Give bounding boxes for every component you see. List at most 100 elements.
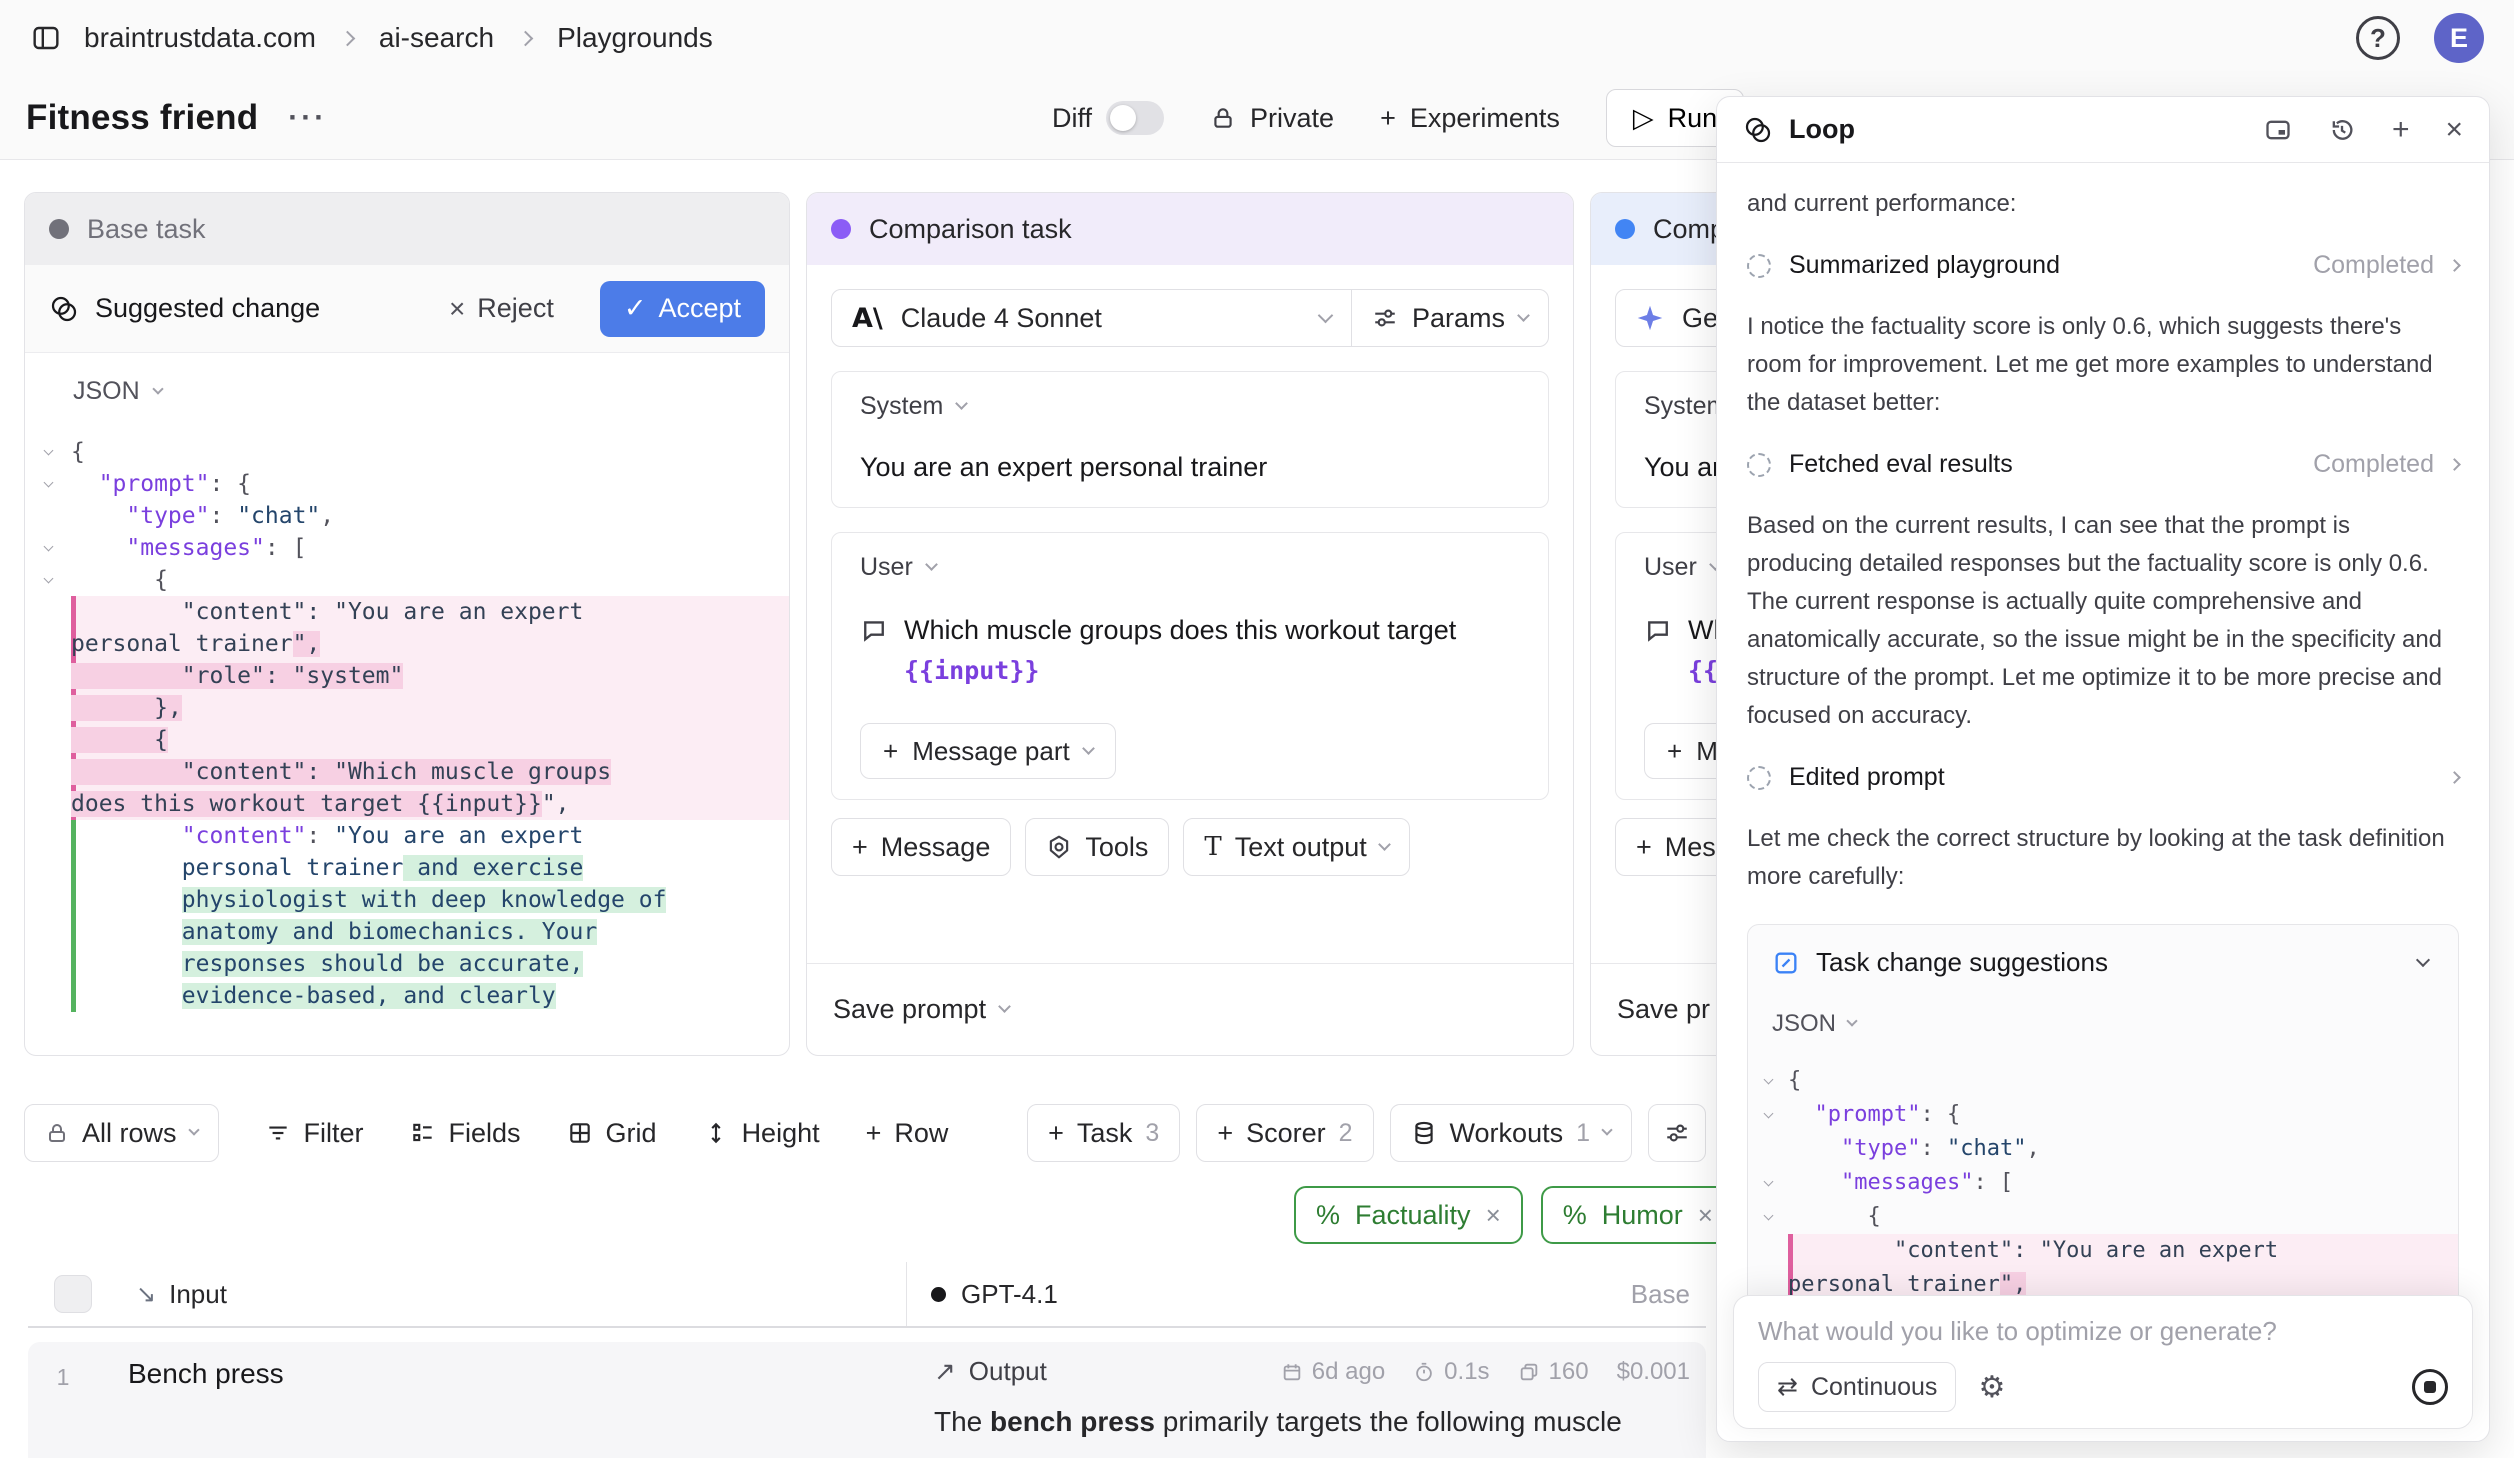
height-icon [703, 1120, 729, 1146]
loop-input-field[interactable] [1758, 1316, 2448, 1347]
collapse-chevron-icon[interactable] [25, 564, 71, 596]
fields-button[interactable]: Fields [410, 1118, 521, 1149]
loop-text: Based on the current results, I can see … [1747, 507, 2459, 735]
code-line: evidence-based, and clearly [25, 980, 789, 1012]
model-select[interactable]: A\ Claude 4 Sonnet [832, 290, 1351, 346]
save-prompt-button[interactable]: Save prompt [807, 963, 1573, 1055]
comparison-task-2-title: Comp [1653, 214, 1725, 245]
collapse-chevron-icon[interactable] [1748, 1098, 1788, 1132]
close-icon[interactable]: × [1698, 1200, 1713, 1231]
plus-icon: + [852, 832, 868, 863]
json-editor[interactable]: JSON { "prompt": { "type": "chat", "mess… [25, 353, 789, 1055]
language-selector[interactable]: JSON [1748, 978, 2458, 1064]
template-variable: {{input}} [904, 656, 1039, 685]
gutter [25, 948, 71, 980]
text-output-button[interactable]: T Text output [1183, 818, 1409, 876]
chevron-down-icon[interactable] [2416, 952, 2430, 966]
toggle-switch[interactable] [1106, 101, 1164, 135]
system-message-text[interactable]: You are an expert personal trainer [860, 447, 1520, 487]
gutter [25, 596, 71, 628]
table-row[interactable]: 1 Bench press ↗ Output 6d ago 0.1s [28, 1342, 1706, 1458]
row-height-button[interactable]: Height [703, 1118, 820, 1149]
plus-icon: + [1667, 736, 1682, 767]
output-meta: 6d ago 0.1s 160 $0.001 [1281, 1358, 1690, 1386]
loop-input-card[interactable]: ⇄ Continuous ⚙ [1733, 1295, 2473, 1429]
all-rows-filter[interactable]: All rows [24, 1104, 219, 1162]
more-menu-icon[interactable]: ··· [288, 113, 327, 123]
factuality-badge[interactable]: % Factuality × [1294, 1186, 1523, 1244]
help-icon[interactable]: ? [2356, 16, 2400, 60]
stop-button[interactable] [2412, 1369, 2448, 1405]
add-scorer-button[interactable]: + Scorer 2 [1196, 1104, 1373, 1162]
diff-toggle[interactable]: Diff [1052, 101, 1164, 135]
continuous-mode-button[interactable]: ⇄ Continuous [1758, 1362, 1956, 1412]
model-column-header[interactable]: GPT-4.1 Base [907, 1279, 1706, 1310]
user-message-text[interactable]: Which muscle groups does this workout ta… [860, 610, 1520, 691]
loop-conversation[interactable]: and current performance: Summarized play… [1717, 163, 2489, 1364]
chevron-down-icon [925, 558, 938, 571]
system-message-card[interactable]: System You are an expert personal traine… [831, 371, 1549, 508]
chevron-down-icon [1517, 309, 1530, 322]
params-button[interactable]: Params [1351, 290, 1548, 346]
loop-logo-icon [49, 294, 79, 324]
loop-step[interactable]: Edited prompt [1747, 763, 2459, 792]
code-line: "prompt": { [1748, 1098, 2458, 1132]
collapse-chevron-icon[interactable] [1748, 1064, 1788, 1098]
humor-badge[interactable]: % Humor × [1541, 1186, 1735, 1244]
add-message-part-button[interactable]: + Message part [860, 723, 1116, 779]
grid-toolbar: All rows Filter Fields Grid Height + Row… [24, 1104, 1706, 1162]
breadcrumb-project[interactable]: ai-search [379, 22, 494, 54]
sidebar-toggle-icon[interactable] [30, 22, 62, 54]
role-selector[interactable]: User [860, 553, 1520, 582]
grid-view-button[interactable]: Grid [567, 1118, 657, 1149]
collapse-chevron-icon[interactable] [1748, 1200, 1788, 1234]
message-bubble-icon [1644, 616, 1672, 644]
private-button[interactable]: Private [1210, 103, 1334, 134]
collapse-chevron-icon[interactable] [25, 436, 71, 468]
collapse-chevron-icon[interactable] [1748, 1166, 1788, 1200]
history-icon[interactable] [2328, 116, 2356, 144]
avatar[interactable]: E [2434, 13, 2484, 63]
row-output-cell[interactable]: ↗ Output 6d ago 0.1s 160 [908, 1342, 1706, 1458]
filter-button[interactable]: Filter [265, 1118, 364, 1149]
select-all-checkbox[interactable] [54, 1275, 92, 1313]
code-line: { [1748, 1064, 2458, 1098]
loop-step[interactable]: Summarized playground Completed [1747, 251, 2459, 280]
chevron-down-icon [1082, 742, 1095, 755]
collapse-chevron-icon[interactable] [25, 532, 71, 564]
collapse-chevron-icon[interactable] [25, 468, 71, 500]
edit-task-icon [1772, 949, 1800, 977]
sliders-icon [1664, 1120, 1690, 1146]
reject-button[interactable]: × Reject [449, 293, 554, 325]
chevron-right-icon [2448, 259, 2461, 272]
role-selector[interactable]: System [860, 392, 1520, 421]
play-icon: ▷ [1633, 103, 1654, 134]
add-task-button[interactable]: + Task 3 [1027, 1104, 1180, 1162]
popout-icon[interactable] [2264, 116, 2292, 144]
task-dot [49, 219, 69, 239]
user-message-card[interactable]: User Which muscle groups does this worko… [831, 532, 1549, 800]
loop-title: Loop [1789, 114, 1855, 145]
page-title: Fitness friend [26, 98, 258, 138]
input-column-header[interactable]: ↘ Input [136, 1279, 906, 1310]
add-message-button[interactable]: + Message [831, 818, 1011, 876]
experiments-button[interactable]: + Experiments [1380, 103, 1560, 134]
language-selector[interactable]: JSON [25, 377, 789, 406]
new-chat-icon[interactable]: + [2392, 115, 2410, 145]
tools-button[interactable]: Tools [1025, 818, 1169, 876]
breadcrumb-site[interactable]: braintrustdata.com [84, 22, 316, 54]
close-icon[interactable]: × [2445, 115, 2463, 145]
view-settings-button[interactable] [1648, 1104, 1706, 1162]
loop-step[interactable]: Fetched eval results Completed [1747, 450, 2459, 479]
row-input-cell[interactable]: Bench press [98, 1342, 908, 1458]
add-row-button[interactable]: + Row [866, 1118, 949, 1149]
sliders-icon [1372, 305, 1398, 331]
accept-button[interactable]: ✓ Accept [600, 281, 765, 337]
dataset-select[interactable]: Workouts 1 [1390, 1104, 1632, 1162]
gear-icon[interactable]: ⚙ [1978, 1370, 2005, 1405]
breadcrumb-section[interactable]: Playgrounds [557, 22, 713, 54]
gutter [25, 852, 71, 884]
code-line: anatomy and biomechanics. Your [25, 916, 789, 948]
close-icon[interactable]: × [1486, 1200, 1501, 1231]
base-task-panel: Base task Suggested change × Reject ✓ Ac… [24, 192, 790, 1056]
